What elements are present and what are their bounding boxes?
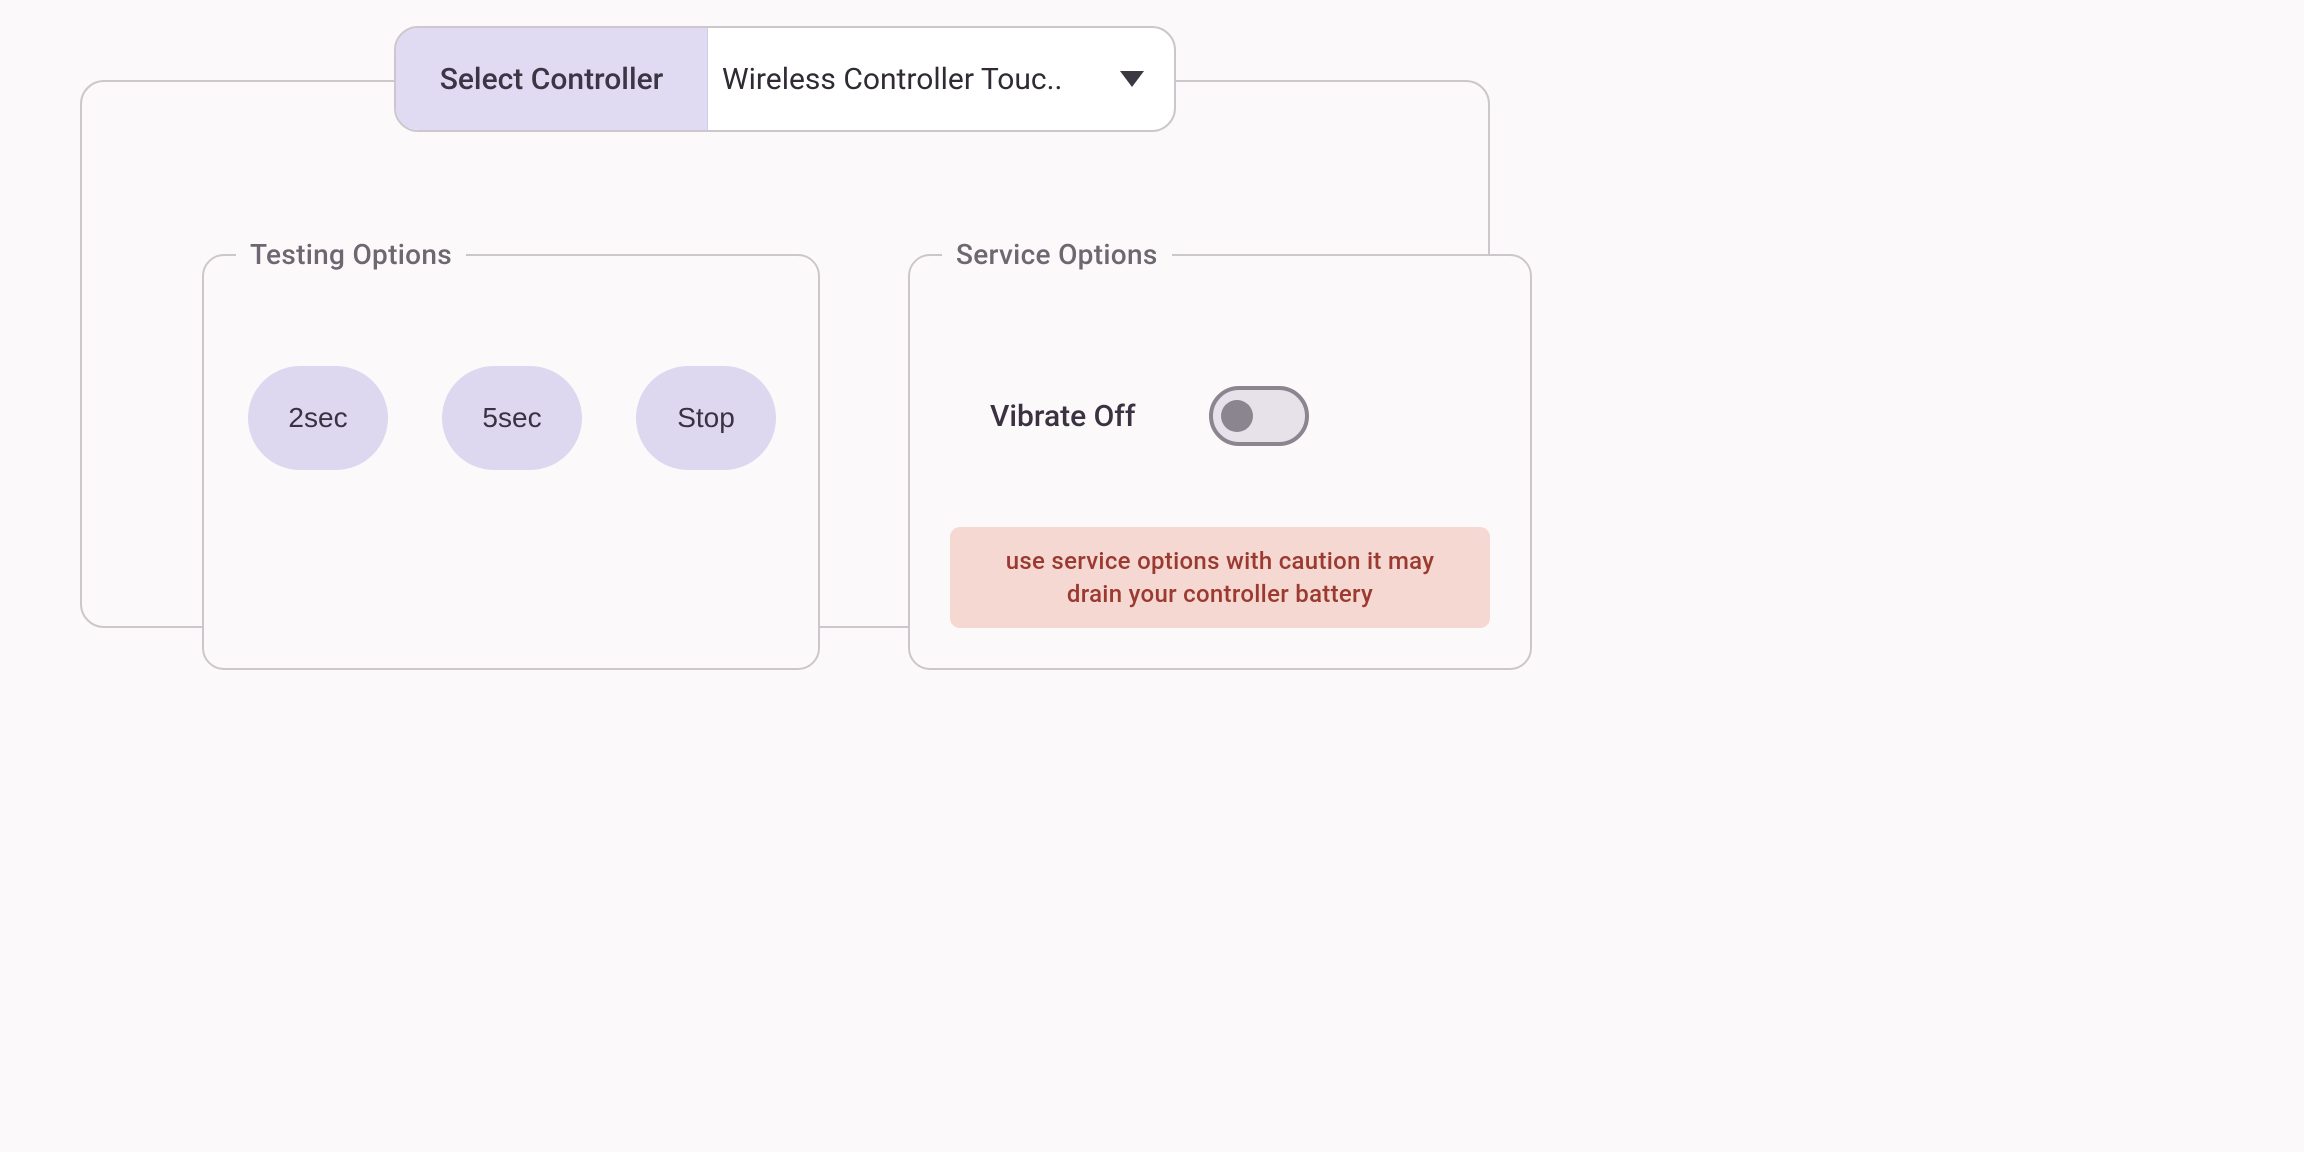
controller-selected-value: Wireless Controller Touc.. bbox=[722, 62, 1062, 97]
vibrate-toggle[interactable] bbox=[1209, 386, 1309, 446]
vibrate-service-row: Vibrate Off bbox=[990, 386, 1309, 446]
toggle-thumb-icon bbox=[1221, 400, 1253, 432]
service-options-group: Service Options Vibrate Off use service … bbox=[908, 254, 1532, 670]
controller-select-dropdown[interactable]: Wireless Controller Touc.. bbox=[708, 28, 1174, 130]
main-panel: Testing Options 2sec 5sec Stop Service O… bbox=[80, 80, 1490, 628]
vibrate-toggle-label: Vibrate Off bbox=[990, 399, 1135, 434]
service-options-legend: Service Options bbox=[942, 238, 1172, 271]
testing-buttons-row: 2sec 5sec Stop bbox=[248, 366, 776, 470]
controller-select-bar: Select Controller Wireless Controller To… bbox=[394, 26, 1176, 132]
controller-select-label: Select Controller bbox=[396, 28, 708, 130]
testing-options-group: Testing Options 2sec 5sec Stop bbox=[202, 254, 820, 670]
vibrate-2sec-button[interactable]: 2sec bbox=[248, 366, 388, 470]
chevron-down-icon bbox=[1120, 71, 1144, 87]
vibrate-5sec-button[interactable]: 5sec bbox=[442, 366, 582, 470]
testing-options-legend: Testing Options bbox=[236, 238, 466, 271]
vibrate-stop-button[interactable]: Stop bbox=[636, 366, 776, 470]
service-warning: use service options with caution it may … bbox=[950, 527, 1490, 628]
